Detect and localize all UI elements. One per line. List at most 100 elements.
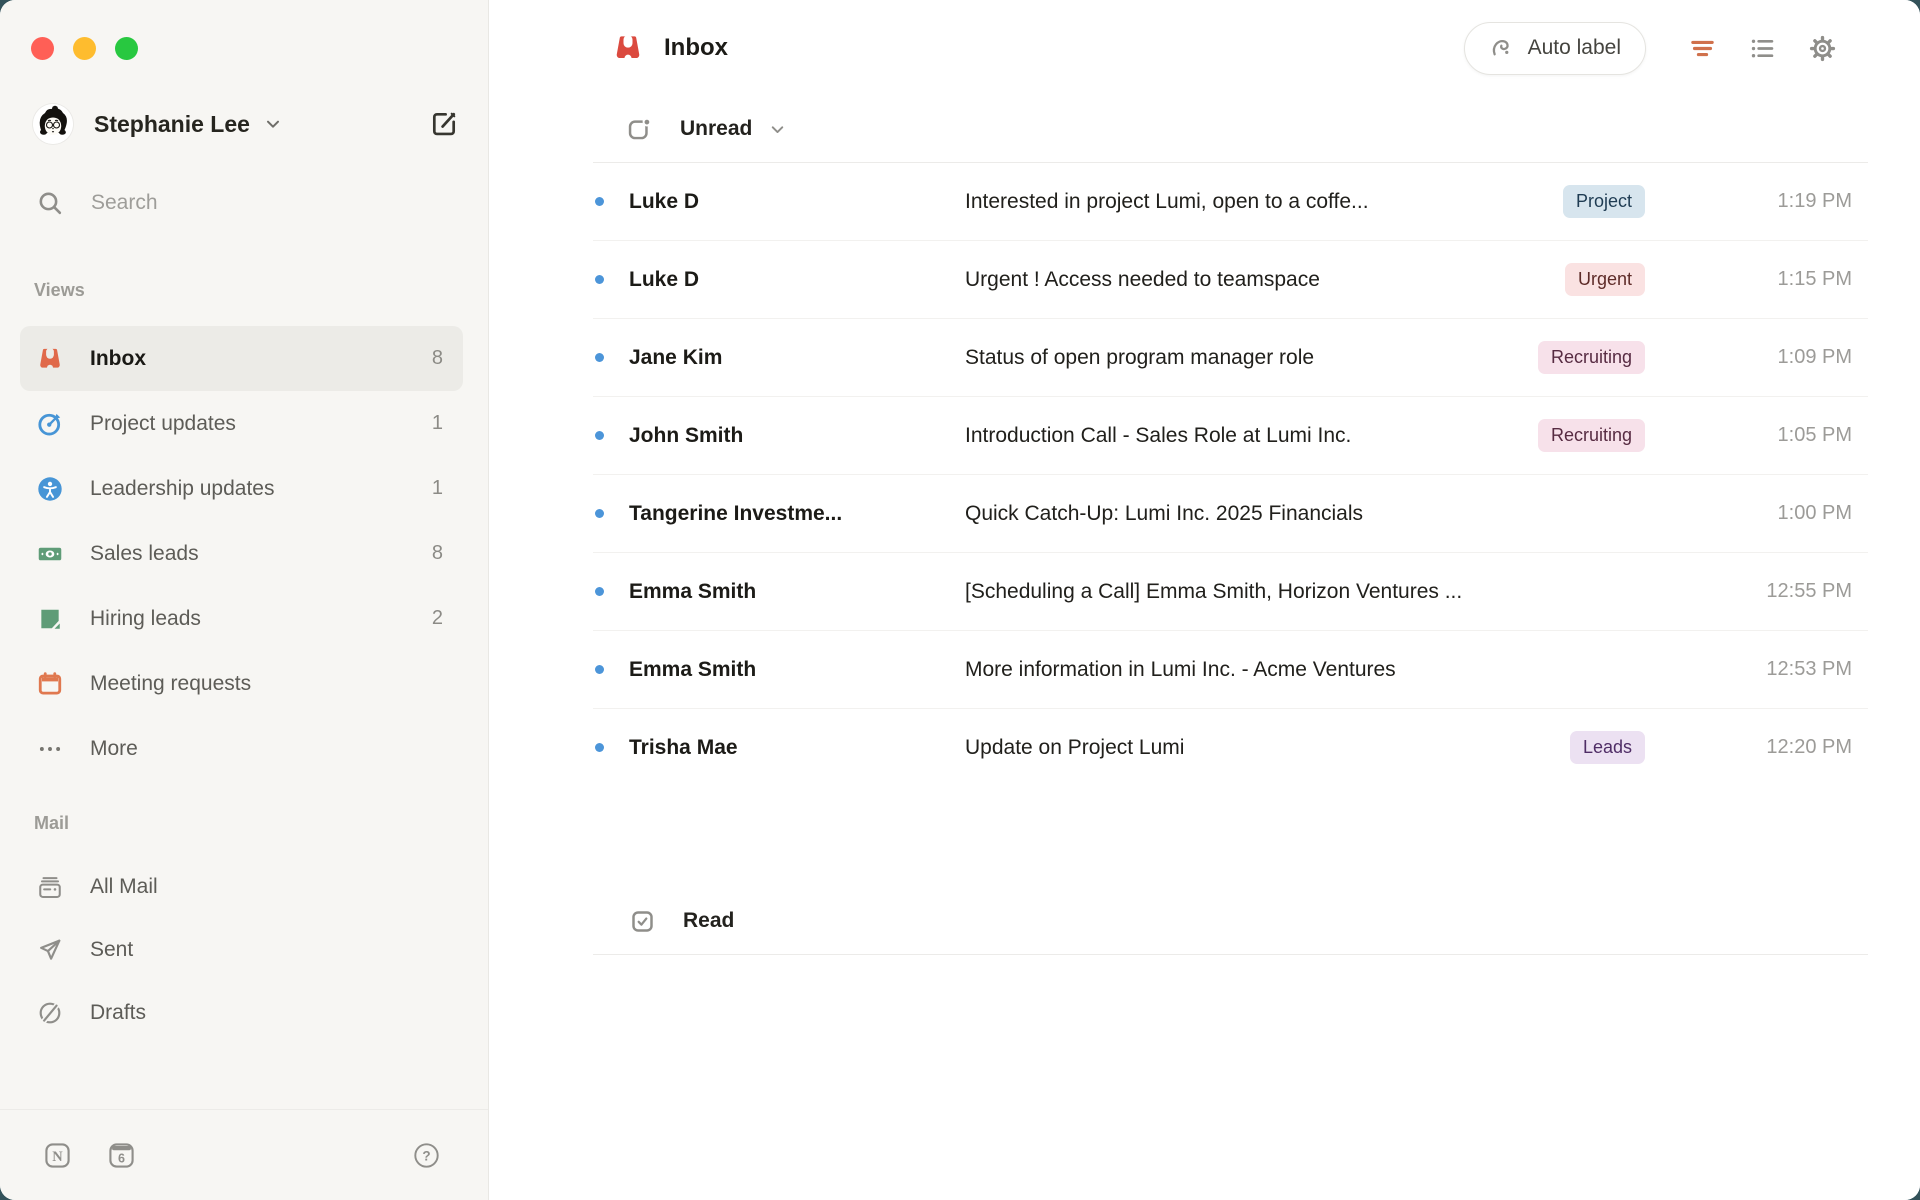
page-title: Inbox (664, 34, 728, 62)
email-row[interactable]: Jane KimStatus of open program manager r… (593, 319, 1868, 397)
sidebar-item-label: Hiring leads (90, 607, 201, 631)
sidebar-item-label: All Mail (90, 875, 158, 899)
sidebar-item-meeting-requests[interactable]: Meeting requests (20, 651, 463, 716)
unread-group-header[interactable]: Unread (489, 96, 1920, 162)
email-subject: More information in Lumi Inc. - Acme Ven… (965, 658, 1720, 682)
email-row[interactable]: Luke DUrgent ! Access needed to teamspac… (593, 241, 1868, 319)
email-subject: Update on Project Lumi (965, 736, 1570, 760)
email-sender: Tangerine Investme... (629, 502, 965, 526)
read-group-header[interactable]: Read (593, 888, 1868, 954)
unread-dot (595, 665, 604, 674)
unread-dot (595, 743, 604, 752)
email-label-badge: Recruiting (1538, 341, 1645, 374)
email-time: 1:05 PM (1720, 424, 1852, 447)
inbox-icon (613, 33, 643, 63)
main-panel: Inbox Auto label Unread Luke DInterested… (489, 0, 1920, 1200)
email-label-badge: Urgent (1565, 263, 1645, 296)
search-input[interactable]: Search (37, 186, 458, 220)
email-row[interactable]: Emma Smith[Scheduling a Call] Emma Smith… (593, 553, 1868, 631)
sidebar-item-count: 2 (432, 607, 443, 630)
chevron-down-icon (263, 114, 283, 134)
chevron-down-icon[interactable] (768, 120, 787, 139)
auto-label-icon (1489, 35, 1515, 61)
sidebar-item-count: 1 (432, 477, 443, 500)
email-row[interactable]: Luke DInterested in project Lumi, open t… (593, 163, 1868, 241)
read-group-label: Read (683, 909, 734, 933)
sidebar-item-sent[interactable]: Sent (20, 918, 463, 981)
zoom-button[interactable] (115, 37, 138, 60)
sidebar-item-label: Sent (90, 938, 133, 962)
search-icon (37, 190, 64, 217)
banknote-icon (37, 541, 63, 567)
sidebar-item-drafts[interactable]: Drafts (20, 981, 463, 1044)
email-row[interactable]: John SmithIntroduction Call - Sales Role… (593, 397, 1868, 475)
note-icon (37, 606, 63, 632)
sidebar-item-leadership-updates[interactable]: Leadership updates 1 (20, 456, 463, 521)
unread-dot (595, 275, 604, 284)
main-header: Inbox Auto label (489, 0, 1920, 96)
notion-app-icon[interactable]: N (44, 1142, 71, 1169)
email-subject: Introduction Call - Sales Role at Lumi I… (965, 424, 1538, 448)
unread-dot (595, 353, 604, 362)
unread-dot (595, 509, 604, 518)
sidebar-item-label: Drafts (90, 1001, 146, 1025)
email-time: 1:00 PM (1720, 502, 1852, 525)
email-time: 12:55 PM (1720, 580, 1852, 603)
unread-group-label: Unread (680, 117, 752, 141)
sidebar-item-label: Meeting requests (90, 672, 251, 696)
close-button[interactable] (31, 37, 54, 60)
minimize-button[interactable] (73, 37, 96, 60)
email-label-badge: Project (1563, 185, 1645, 218)
calendar-icon (37, 671, 63, 697)
traffic-lights (31, 37, 138, 60)
sidebar-item-count: 8 (432, 542, 443, 565)
email-time: 12:20 PM (1720, 736, 1852, 759)
sidebar-footer: N 6 ? (0, 1109, 488, 1200)
list-view-button[interactable] (1749, 35, 1776, 62)
unread-icon (626, 116, 653, 143)
sidebar-item-sales-leads[interactable]: Sales leads8 (20, 521, 463, 586)
views-section-label: Views (34, 280, 85, 301)
email-subject: [Scheduling a Call] Emma Smith, Horizon … (965, 580, 1720, 604)
auto-label-text: Auto label (1528, 36, 1621, 60)
unread-dot (595, 197, 604, 206)
search-placeholder: Search (91, 191, 158, 215)
email-sender: Luke D (629, 268, 965, 292)
email-row[interactable]: Tangerine Investme...Quick Catch-Up: Lum… (593, 475, 1868, 553)
email-subject: Interested in project Lumi, open to a co… (965, 190, 1563, 214)
svg-text:?: ? (422, 1148, 430, 1163)
email-row[interactable]: Emma SmithMore information in Lumi Inc. … (593, 631, 1868, 709)
sidebar-item-label: More (90, 737, 138, 761)
email-sender: John Smith (629, 424, 965, 448)
email-row[interactable]: Trisha MaeUpdate on Project LumiLeads 12:… (593, 709, 1868, 786)
help-button[interactable]: ? (413, 1142, 440, 1169)
sidebar-item-all-mail[interactable]: All Mail (20, 855, 463, 918)
mail-nav: All Mail Sent Drafts (0, 855, 488, 1044)
sidebar-item-more[interactable]: More (20, 716, 463, 781)
unread-dot (595, 587, 604, 596)
sidebar-item-inbox[interactable]: Inbox8 (20, 326, 463, 391)
sidebar-item-project-updates[interactable]: Project updates1 (20, 391, 463, 456)
email-subject: Urgent ! Access needed to teamspace (965, 268, 1565, 292)
mail-section-label: Mail (34, 813, 69, 834)
target-icon (37, 411, 63, 437)
email-label-badge: Leads (1570, 731, 1645, 764)
svg-text:6: 6 (118, 1151, 125, 1165)
filter-button[interactable] (1689, 35, 1716, 62)
settings-button[interactable] (1809, 35, 1836, 62)
views-nav: Inbox8Project updates1Leadership updates… (0, 326, 488, 781)
calendar-app-icon[interactable]: 6 (108, 1142, 135, 1169)
toolbar: Auto label (1464, 22, 1836, 75)
draft-icon (37, 1000, 63, 1026)
svg-text:N: N (52, 1148, 63, 1164)
person-icon (37, 476, 63, 502)
sidebar-item-hiring-leads[interactable]: Hiring leads 2 (20, 586, 463, 651)
compose-button[interactable] (430, 110, 458, 138)
account-switcher[interactable]: Stephanie Lee (33, 104, 458, 144)
sidebar-item-label: Leadership updates (90, 477, 274, 501)
dots-icon (37, 736, 63, 762)
email-sender: Trisha Mae (629, 736, 965, 760)
sidebar: Stephanie Lee Search Views Inbox8Project… (0, 0, 489, 1200)
auto-label-button[interactable]: Auto label (1464, 22, 1646, 75)
email-label-badge: Recruiting (1538, 419, 1645, 452)
